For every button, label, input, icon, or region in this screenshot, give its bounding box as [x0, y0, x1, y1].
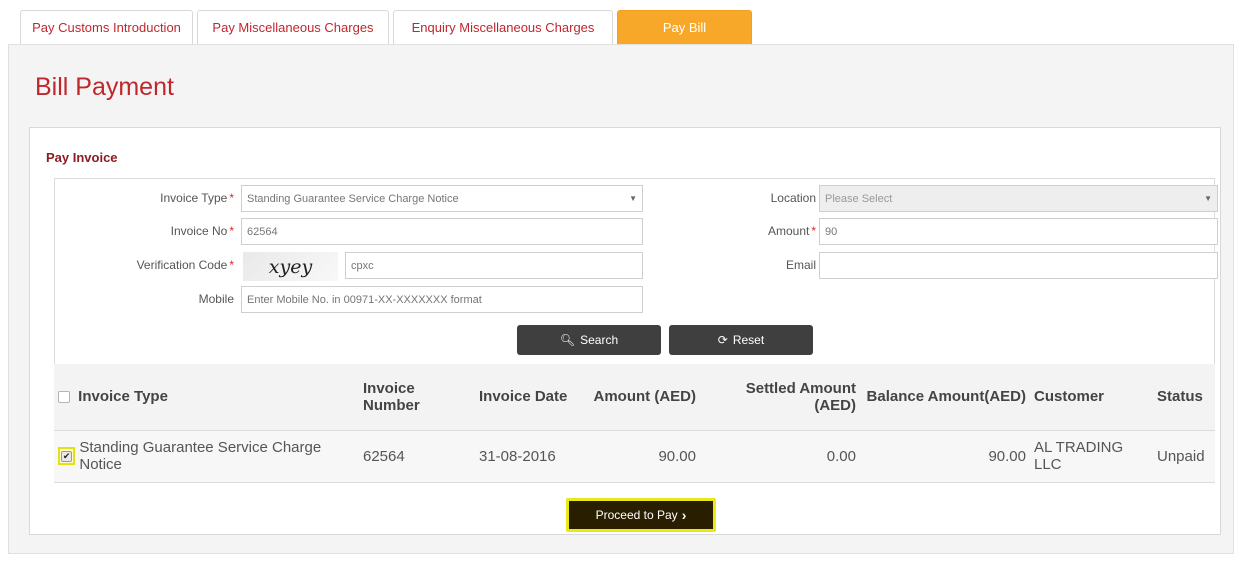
- cell-invoice-type: ✔ Standing Guarantee Service Charge Noti…: [54, 430, 359, 483]
- tab-enquiry-miscellaneous-charges[interactable]: Enquiry Miscellaneous Charges: [393, 10, 613, 44]
- location-value: Please Select: [825, 192, 893, 205]
- email-input[interactable]: [819, 252, 1218, 279]
- tab-pay-miscellaneous-charges[interactable]: Pay Miscellaneous Charges: [197, 10, 389, 44]
- invoice-no-input[interactable]: [241, 218, 643, 245]
- amount-input[interactable]: [819, 218, 1218, 245]
- column-header-status: Status: [1153, 364, 1215, 431]
- column-header-amount: Amount (AED): [586, 364, 700, 431]
- checkmark-icon: ✔: [61, 450, 73, 462]
- amount-label: Amount *: [767, 224, 816, 238]
- table-header-row: Invoice Type Invoice Number Invoice Date…: [54, 364, 1215, 431]
- location-select[interactable]: Please Select ▼: [819, 185, 1218, 212]
- chevron-down-icon: ▼: [1204, 194, 1212, 203]
- tab-bar: Pay Customs Introduction Pay Miscellaneo…: [20, 10, 752, 44]
- column-header-invoice-number: Invoice Number: [359, 364, 475, 431]
- reset-button[interactable]: ⟳ Reset: [669, 325, 813, 355]
- cell-status: Unpaid: [1153, 430, 1215, 483]
- invoice-table: Invoice Type Invoice Number Invoice Date…: [54, 364, 1215, 483]
- chevron-right-icon: ›: [681, 507, 687, 523]
- search-button[interactable]: 🔍︎ Search: [517, 325, 661, 355]
- verification-code-input[interactable]: [345, 252, 643, 279]
- email-label: Email: [785, 258, 816, 272]
- column-header-balance-amount: Balance Amount(AED): [860, 364, 1030, 431]
- mobile-input[interactable]: [241, 286, 643, 313]
- invoice-no-label: Invoice No *: [170, 224, 234, 238]
- table-row[interactable]: ✔ Standing Guarantee Service Charge Noti…: [54, 430, 1215, 483]
- tab-pay-customs-introduction[interactable]: Pay Customs Introduction: [20, 10, 193, 44]
- bill-payment-page: Bill Payment Pay Invoice Invoice Type * S…: [8, 44, 1234, 554]
- column-header-invoice-type: Invoice Type: [54, 364, 359, 431]
- column-header-customer: Customer: [1030, 364, 1153, 431]
- cell-customer: AL TRADING LLC: [1030, 430, 1153, 483]
- search-icon: 🔍︎: [559, 333, 576, 347]
- cell-balance-amount: 90.00: [860, 430, 1030, 483]
- cell-settled-amount: 0.00: [700, 430, 860, 483]
- refresh-icon: ⟳: [717, 333, 728, 347]
- column-header-invoice-date: Invoice Date: [475, 364, 586, 431]
- cell-amount: 90.00: [586, 430, 700, 483]
- invoice-type-label: Invoice Type *: [160, 191, 234, 205]
- verification-code-label: Verification Code *: [136, 258, 234, 272]
- column-header-settled-amount: Settled Amount (AED): [700, 364, 860, 431]
- mobile-label: Mobile: [198, 292, 234, 306]
- location-label: Location: [770, 191, 816, 205]
- panel-title: Pay Invoice: [46, 150, 118, 165]
- invoice-type-select[interactable]: Standing Guarantee Service Charge Notice…: [241, 185, 643, 212]
- captcha-image: xyey: [243, 252, 338, 281]
- invoice-type-value: Standing Guarantee Service Charge Notice: [247, 192, 459, 205]
- row-select-checkbox[interactable]: ✔: [58, 447, 76, 465]
- chevron-down-icon: ▼: [629, 194, 637, 203]
- tab-pay-bill[interactable]: Pay Bill: [617, 10, 752, 44]
- page-title: Bill Payment: [35, 73, 174, 101]
- pay-invoice-panel: Pay Invoice Invoice Type * Standing Guara…: [29, 127, 1221, 535]
- select-all-checkbox[interactable]: [58, 391, 70, 404]
- cell-invoice-number: 62564: [359, 430, 475, 483]
- cell-invoice-date: 31-08-2016: [475, 430, 586, 483]
- proceed-to-pay-button[interactable]: Proceed to Pay ›: [566, 498, 716, 532]
